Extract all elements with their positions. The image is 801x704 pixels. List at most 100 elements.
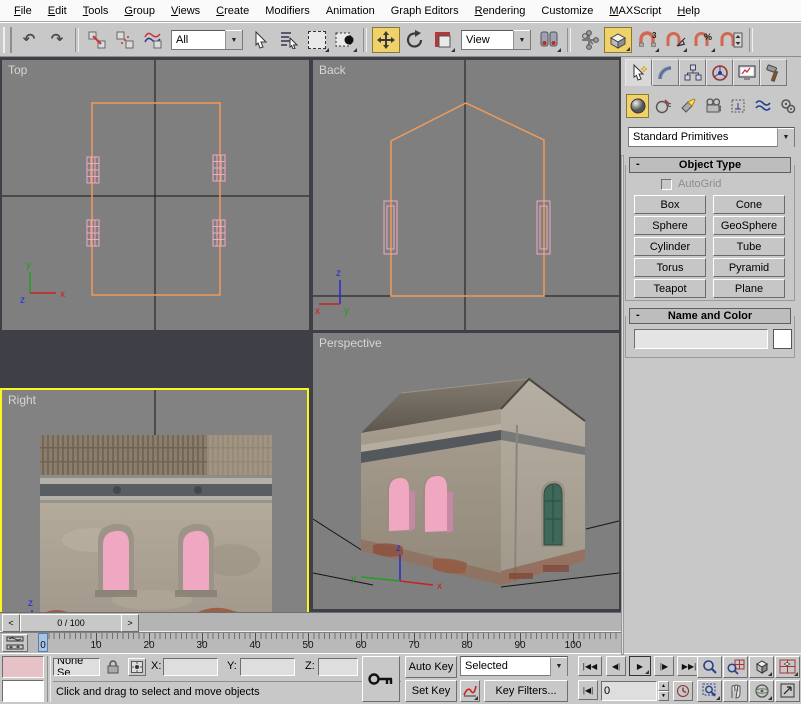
dropdown-arrow-icon[interactable]: ▼ (550, 657, 567, 676)
y-coordinate-input[interactable] (241, 659, 298, 675)
menu-file[interactable]: File (6, 2, 40, 20)
open-mini-curve-editor-button[interactable] (2, 634, 28, 652)
create-plane-button[interactable]: Plane (713, 279, 785, 298)
viewport-perspective[interactable]: Perspective (313, 333, 619, 609)
auto-key-button[interactable]: Auto Key (405, 656, 457, 678)
menu-create[interactable]: Create (208, 2, 257, 20)
go-to-start-button[interactable]: |◀◀ (578, 656, 602, 676)
percent-snap-toggle-button[interactable]: % (690, 27, 716, 53)
dropdown-arrow-icon[interactable]: ▼ (225, 30, 242, 49)
select-and-rotate-button[interactable] (402, 27, 428, 53)
tab-hierarchy[interactable] (679, 59, 706, 86)
key-mode-dropdown[interactable]: Selected ▼ (460, 656, 568, 676)
viewport-right-label[interactable]: Right (8, 393, 36, 407)
category-geometry-button[interactable] (626, 94, 649, 118)
menu-customize[interactable]: Customize (533, 2, 601, 20)
selection-lock-toggle[interactable] (104, 658, 122, 676)
object-name-field[interactable] (634, 329, 768, 349)
undo-button[interactable]: ↶ (16, 27, 42, 53)
menu-maxscript[interactable]: MAXScript (601, 2, 669, 20)
window-object[interactable] (87, 157, 99, 183)
window-object[interactable] (213, 220, 225, 246)
set-keys-button[interactable] (362, 656, 400, 702)
box-wireframe-top[interactable] (92, 103, 220, 295)
menu-group[interactable]: Group (116, 2, 163, 20)
viewport-top-label[interactable]: Top (8, 63, 27, 77)
zoom-extents-button[interactable] (749, 656, 774, 678)
create-tube-button[interactable]: Tube (713, 237, 785, 256)
viewport-top[interactable]: Top y x z (2, 60, 309, 330)
next-frame-button[interactable]: |▶ (654, 656, 674, 676)
house-textured-right[interactable] (40, 435, 272, 628)
menu-graph-editors[interactable]: Graph Editors (383, 2, 467, 20)
selection-filter-dropdown[interactable]: All ▼ (171, 30, 243, 50)
menu-modifiers[interactable]: Modifiers (257, 2, 318, 20)
object-color-swatch[interactable] (773, 329, 792, 349)
bind-to-space-warp-button[interactable] (140, 27, 166, 53)
tab-utilities[interactable] (760, 59, 787, 86)
window-object[interactable] (95, 524, 137, 597)
snaps-toggle-button[interactable] (604, 27, 632, 53)
category-space-warps-button[interactable] (751, 94, 774, 118)
create-teapot-button[interactable]: Teapot (634, 279, 706, 298)
current-frame-field[interactable] (601, 681, 657, 701)
menu-help[interactable]: Help (669, 2, 708, 20)
time-slider-next-button[interactable]: > (121, 614, 139, 632)
tab-modify[interactable] (652, 59, 679, 86)
create-cylinder-button[interactable]: Cylinder (634, 237, 706, 256)
menu-views[interactable]: Views (163, 2, 208, 20)
time-slider-prev-button[interactable]: < (2, 614, 20, 632)
window-object[interactable] (87, 220, 99, 246)
absolute-mode-transform-toggle[interactable] (128, 658, 146, 676)
window-object[interactable] (175, 524, 217, 597)
key-mode-toggle-button[interactable]: |◀| (578, 680, 598, 700)
current-frame-input[interactable] (602, 682, 660, 700)
door-object[interactable] (541, 481, 565, 547)
tab-display[interactable] (733, 59, 760, 86)
category-helpers-button[interactable] (726, 94, 749, 118)
category-cameras-button[interactable] (701, 94, 724, 118)
window-crossing-button[interactable] (332, 27, 358, 53)
autogrid-checkbox[interactable] (661, 179, 672, 190)
time-slider-handle[interactable]: 0 / 100 (20, 614, 122, 632)
viewport-back[interactable]: Back z x y (313, 60, 619, 330)
z-coordinate-field[interactable] (318, 658, 358, 676)
create-cone-button[interactable]: Cone (713, 195, 785, 214)
select-and-link-button[interactable] (84, 27, 110, 53)
house-wireframe-back[interactable] (391, 103, 544, 296)
previous-frame-button[interactable]: ◀| (606, 656, 626, 676)
menu-tools[interactable]: Tools (75, 2, 117, 20)
category-systems-button[interactable] (776, 94, 799, 118)
unlink-selection-button[interactable] (112, 27, 138, 53)
toolbar-drag-handle[interactable] (3, 27, 12, 53)
menu-animation[interactable]: Animation (318, 2, 383, 20)
select-and-scale-button[interactable] (430, 27, 456, 53)
play-button[interactable]: ▶ (629, 656, 651, 676)
viewport-back-label[interactable]: Back (319, 63, 346, 77)
spinner-snap-toggle-button[interactable] (718, 27, 744, 53)
time-slider-track[interactable]: < 0 / 100 > (0, 612, 621, 632)
zoom-all-button[interactable] (723, 656, 748, 678)
panel-scrollbar[interactable] (621, 155, 624, 655)
pan-button[interactable] (723, 680, 748, 702)
object-type-rollout-header[interactable]: - Object Type (629, 157, 791, 173)
region-zoom-button[interactable] (697, 680, 722, 702)
snaps-3d-button[interactable]: 3 (634, 27, 660, 53)
frame-spinner[interactable]: ▲ ▼ (658, 681, 669, 701)
maxscript-mini-listener-pink[interactable] (2, 656, 44, 678)
category-lights-button[interactable] (676, 94, 699, 118)
viewport-top-canvas[interactable]: y x z (2, 60, 309, 330)
maxscript-mini-listener-white[interactable] (2, 680, 44, 702)
viewport-perspective-label[interactable]: Perspective (319, 336, 382, 350)
arc-rotate-button[interactable] (749, 680, 774, 702)
select-object-button[interactable] (248, 27, 274, 53)
select-and-move-button[interactable] (372, 27, 400, 53)
angle-snap-toggle-button[interactable] (662, 27, 688, 53)
zoom-extents-all-button[interactable] (775, 656, 800, 678)
spinner-up-icon[interactable]: ▲ (658, 681, 669, 691)
z-coordinate-input[interactable] (319, 659, 361, 675)
track-bar-ruler[interactable]: 0 10 20 30 40 50 60 70 80 90 100 (30, 633, 620, 653)
viewport-back-canvas[interactable]: z x y (313, 60, 619, 330)
house-textured-perspective[interactable] (361, 379, 585, 585)
y-coordinate-field[interactable] (240, 658, 295, 676)
